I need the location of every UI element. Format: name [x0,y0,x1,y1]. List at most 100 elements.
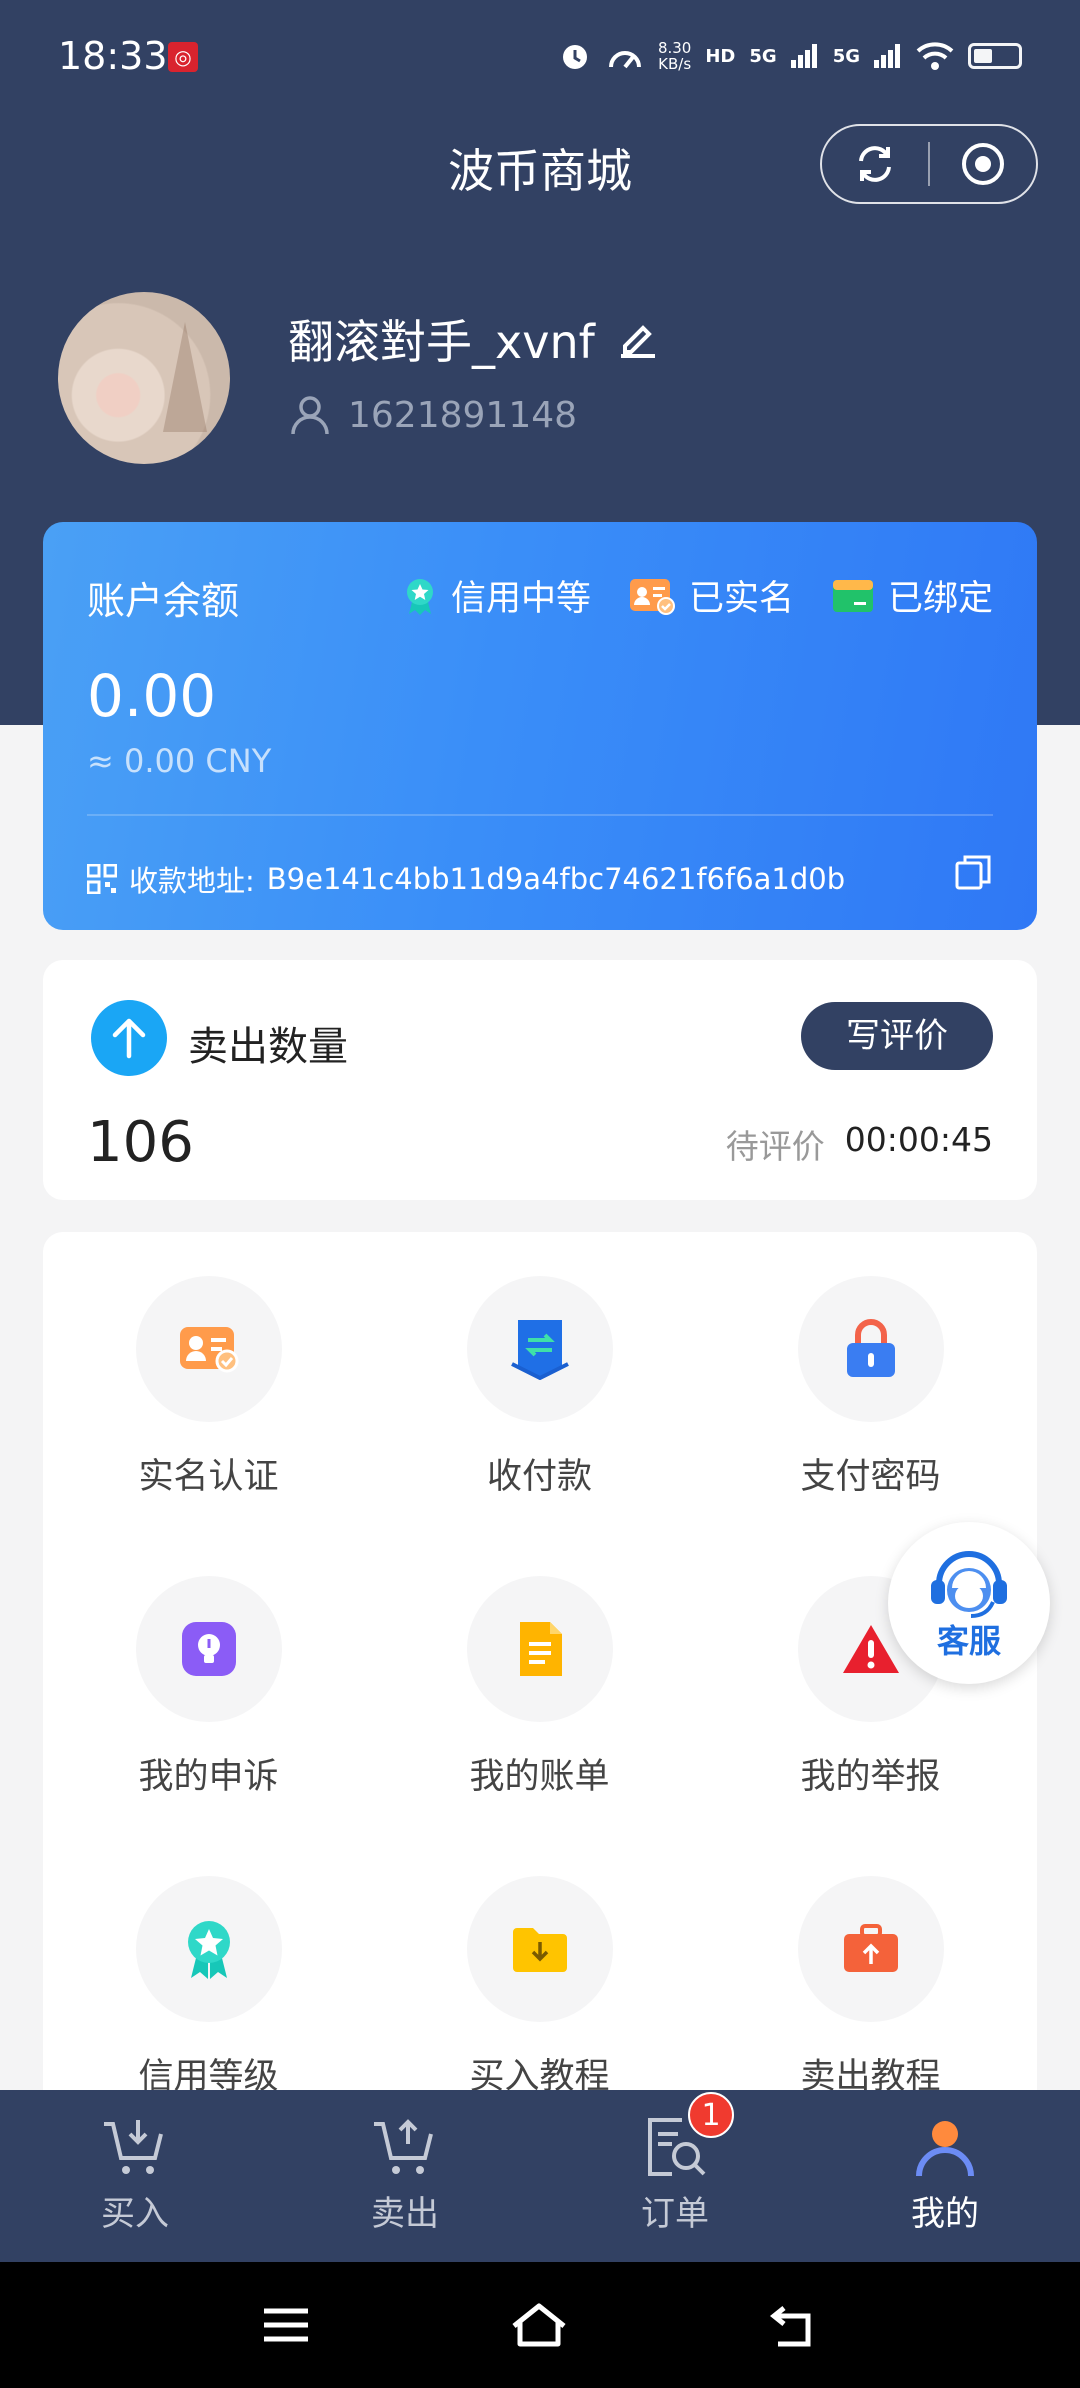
pending-review: 待评价 00:00:45 [726,1120,993,1168]
alarm-icon [562,45,587,69]
bound-badge[interactable]: 已绑定 [832,570,993,621]
status-icons: 8.30 KB/s HD 5G 5G [558,36,1022,76]
menu-item-buy-tutorial[interactable]: 买入教程 [374,1876,705,2099]
menu-item-payment[interactable]: 收付款 [374,1276,705,1499]
bottom-tab-bar: 买入 卖出 1 订单 我的 [0,2090,1080,2262]
copy-icon[interactable] [953,852,993,892]
edit-icon[interactable] [617,318,659,360]
menu-icon[interactable] [262,2305,310,2345]
back-icon[interactable] [768,2302,818,2348]
user-avatar-icon [916,2121,974,2177]
username-row: 翻滚對手_xvnf [288,306,659,372]
app-page: 18:33 ◎ 8.30 KB/s HD 5G 5G 波币商城 翻滚對手_xvn… [0,0,1080,2388]
menu-item-credit-level[interactable]: 信用等级 [43,1876,374,2099]
sell-quantity-card: 卖出数量 写评价 106 待评价 00:00:45 [43,960,1037,1200]
home-icon[interactable] [510,2302,568,2348]
avatar[interactable] [58,292,230,464]
balance-card: 账户余额 信用中等 已实名 已绑定 0.00 ≈ 0.00 CNY 收款地址: … [43,522,1037,930]
signal-5g-2: 5G [832,45,860,67]
qr-code-icon[interactable] [87,864,117,894]
transfer-icon [510,1320,569,1380]
cart-upload-icon [374,2119,433,2174]
signal-5g-1: 5G [749,45,777,67]
upload-briefcase-icon [843,1924,898,1972]
target-icon [962,143,1004,185]
signal-bars-icon [874,44,900,68]
app-notification-icon: ◎ [168,42,198,72]
sell-quantity-value: 106 [87,1110,194,1175]
tab-mine[interactable]: 我的 [810,2090,1080,2262]
document-icon [519,1622,562,1676]
balance-divider [87,814,993,816]
pending-review-timer: 00:00:45 [844,1120,993,1159]
balance-amount: 0.00 [87,662,217,730]
id-card-icon [629,578,675,615]
mini-program-capsule [820,124,1038,204]
wallet-address: B9e141c4bb11d9a4fbc74621f6f6a1d0b [266,862,846,896]
verified-badge-label: 已实名 [688,579,794,619]
menu-item-real-name[interactable]: 实名认证 [43,1276,374,1499]
net-speed-value: 8.30 [657,39,692,57]
signal-bars-icon [790,44,817,68]
refresh-icon [859,146,891,182]
credit-badge[interactable]: 信用中等 [403,570,591,621]
status-time: 18:33 [58,34,168,78]
tab-orders[interactable]: 1 订单 [540,2090,810,2262]
menu-item-pay-password[interactable]: 支付密码 [705,1276,1036,1499]
order-count-badge: 1 [688,2092,734,2138]
bound-badge-label: 已绑定 [887,579,993,619]
network-speed: 8.30 KB/s [658,40,691,72]
hd-indicator: HD [705,45,736,67]
menu-label: 我的账单 [469,1757,610,1797]
battery-icon [968,43,1022,69]
lightbulb-icon [181,1622,236,1676]
warning-icon [842,1625,899,1673]
username: 翻滚對手_xvnf [288,315,595,369]
balance-cny: ≈ 0.00 CNY [87,742,272,780]
system-navigation-bar [0,2262,1080,2388]
customer-service-label: 客服 [936,1622,1001,1660]
id-card-icon [179,1327,238,1373]
address-label: 收款地址: [129,864,255,898]
menu-item-sell-tutorial[interactable]: 卖出教程 [705,1876,1036,2099]
close-miniprogram-button[interactable] [930,126,1036,202]
headset-agent-icon [931,1551,1007,1618]
credit-badge-label: 信用中等 [450,579,591,619]
tab-buy[interactable]: 买入 [0,2090,270,2262]
menu-label: 实名认证 [138,1457,279,1497]
write-review-button[interactable]: 写评价 [801,1002,993,1070]
tab-label: 订单 [641,2194,709,2234]
medal-icon [406,578,433,615]
cart-download-icon [104,2120,163,2174]
speedometer-icon [608,51,641,69]
arrow-up-icon [91,1000,167,1076]
user-icon [291,396,329,435]
tab-label: 买入 [101,2194,169,2234]
medal-icon [187,1921,230,1979]
tab-sell[interactable]: 卖出 [270,2090,540,2262]
menu-grid: 实名认证 收付款 支付密码 我的申诉 我的账单 我的举报 信用等级 买入教程 卖… [43,1232,1037,2097]
balance-label: 账户余额 [87,579,240,623]
menu-item-bill[interactable]: 我的账单 [374,1576,705,1799]
net-speed-unit: KB/s [658,55,692,73]
lock-icon [846,1319,895,1377]
uid-row: 1621891148 [290,394,577,436]
customer-service-button[interactable]: 客服 [888,1522,1050,1684]
address-row: 收款地址: B9e141c4bb11d9a4fbc74621f6f6a1d0b [87,858,845,900]
sell-quantity-title: 卖出数量 [188,1024,348,1070]
menu-label: 我的举报 [800,1757,941,1797]
pending-review-label: 待评价 [725,1127,825,1166]
menu-item-appeal[interactable]: 我的申诉 [43,1576,374,1799]
bank-card-icon [832,579,873,612]
menu-label: 收付款 [486,1457,592,1497]
user-id: 1621891148 [348,394,578,436]
status-badges: 信用中等 已实名 已绑定 [403,570,993,621]
wifi-icon [916,42,954,70]
tab-label: 卖出 [371,2194,439,2234]
refresh-button[interactable] [822,126,928,202]
tab-label: 我的 [911,2194,979,2234]
status-bar: 18:33 ◎ 8.30 KB/s HD 5G 5G [0,0,1080,115]
verified-badge[interactable]: 已实名 [629,570,794,621]
menu-label: 支付密码 [800,1457,941,1497]
menu-label: 我的申诉 [138,1757,279,1797]
